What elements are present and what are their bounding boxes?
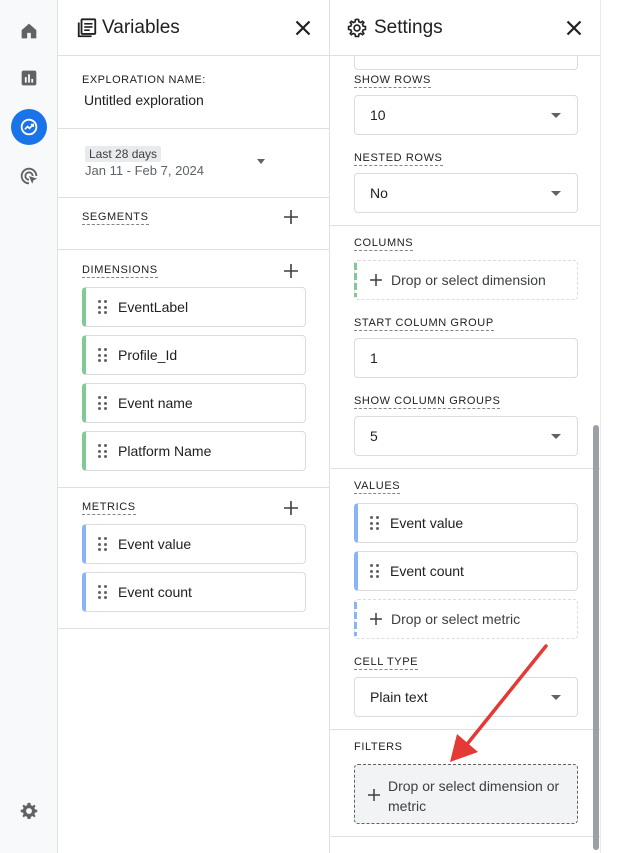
dropdown-arrow-icon	[551, 434, 561, 439]
metric-chip[interactable]: Event count	[82, 572, 306, 612]
values-drop-text: Drop or select metric	[391, 611, 521, 627]
cell-type-value: Plain text	[370, 689, 428, 705]
drag-handle-icon[interactable]	[370, 564, 380, 578]
home-icon	[21, 23, 37, 39]
page-right-edge	[600, 0, 623, 853]
drag-handle-icon[interactable]	[98, 348, 108, 362]
nav-advertising-button[interactable]	[11, 158, 47, 194]
close-icon[interactable]	[562, 16, 586, 40]
dimensions-section: DIMENSIONS EventLabel Profile_Id Event n…	[58, 250, 329, 488]
gear-icon	[20, 802, 38, 819]
add-dimension-plus-icon[interactable]	[282, 262, 300, 280]
exploration-name-label: EXPLORATION NAME:	[82, 74, 206, 86]
value-metric-chip[interactable]: Event value	[354, 503, 578, 543]
metric-label: Event count	[118, 584, 192, 600]
date-range-text: Jan 11 - Feb 7, 2024	[85, 163, 205, 178]
nested-rows-value: No	[370, 185, 388, 201]
nav-home-button[interactable]	[11, 13, 47, 49]
dimension-chip[interactable]: Profile_Id	[82, 335, 306, 375]
add-segment-plus-icon[interactable]	[282, 208, 300, 226]
drag-handle-icon[interactable]	[98, 300, 108, 314]
settings-header: Settings	[330, 0, 600, 56]
nav-settings-button[interactable]	[11, 793, 47, 829]
values-label: VALUES	[354, 480, 401, 494]
nav-explore-button[interactable]	[11, 109, 47, 145]
dimension-chip[interactable]: Event name	[82, 383, 306, 423]
start-column-group-label: START COLUMN GROUP	[354, 317, 494, 331]
show-column-groups-label: SHOW COLUMN GROUPS	[354, 395, 501, 409]
divider	[330, 836, 600, 837]
plus-icon	[370, 274, 382, 286]
value-metric-label: Event value	[390, 515, 464, 531]
nested-rows-select[interactable]: No	[354, 173, 578, 213]
exploration-name-section: EXPLORATION NAME: Untitled exploration	[58, 56, 329, 129]
nested-rows-label: NESTED ROWS	[354, 152, 443, 166]
metric-chip[interactable]: Event value	[82, 524, 306, 564]
dimension-label: Platform Name	[118, 443, 212, 459]
metrics-label: METRICS	[82, 501, 136, 515]
drag-handle-icon[interactable]	[98, 585, 108, 599]
filters-drop-text: Drop or select dimension or metric	[388, 778, 560, 814]
dimension-label: Event name	[118, 395, 193, 411]
show-rows-select[interactable]: 10	[354, 95, 578, 135]
variables-list-icon	[77, 18, 97, 38]
variables-title: Variables	[102, 17, 180, 38]
dimension-label: EventLabel	[118, 299, 189, 315]
variables-header: Variables	[58, 0, 329, 56]
filters-label: FILTERS	[354, 741, 403, 753]
dropdown-arrow-icon	[551, 113, 561, 118]
target-cursor-icon	[20, 167, 38, 185]
dimension-label: Profile_Id	[118, 347, 178, 363]
filters-drop-zone[interactable]: Drop or select dimension or metric	[354, 764, 578, 824]
show-rows-label: SHOW ROWS	[354, 74, 431, 88]
chevron-down-icon[interactable]	[257, 159, 265, 164]
dimension-edge-marker	[354, 263, 357, 297]
scrolled-field-edge	[354, 56, 578, 70]
date-preset-chip: Last 28 days	[85, 146, 162, 162]
gear-outline-icon	[347, 18, 367, 38]
segments-section: SEGMENTS	[58, 198, 329, 250]
variables-panel: Variables EXPLORATION NAME: Untitled exp…	[58, 0, 330, 853]
columns-drop-text: Drop or select dimension	[391, 272, 546, 288]
drag-handle-icon[interactable]	[98, 537, 108, 551]
close-icon[interactable]	[291, 16, 315, 40]
columns-label: COLUMNS	[354, 237, 414, 251]
dimension-chip[interactable]: EventLabel	[82, 287, 306, 327]
value-metric-label: Event count	[390, 563, 464, 579]
dimensions-label: DIMENSIONS	[82, 264, 158, 278]
segments-label: SEGMENTS	[82, 211, 149, 225]
date-range-section[interactable]: Last 28 days Jan 11 - Feb 7, 2024	[58, 129, 329, 198]
metrics-section: METRICS Event value Event count	[58, 488, 329, 629]
drag-handle-icon[interactable]	[370, 516, 380, 530]
divider	[330, 225, 600, 226]
drag-handle-icon[interactable]	[98, 396, 108, 410]
value-metric-chip[interactable]: Event count	[354, 551, 578, 591]
start-column-group-input[interactable]: 1	[354, 338, 578, 378]
values-drop-zone[interactable]: Drop or select metric	[354, 599, 578, 639]
nav-reports-button[interactable]	[11, 60, 47, 96]
columns-drop-zone[interactable]: Drop or select dimension	[354, 260, 578, 300]
metric-edge-marker	[354, 602, 357, 636]
dropdown-arrow-icon	[551, 191, 561, 196]
nav-rail	[0, 0, 58, 853]
settings-scrollbar-thumb[interactable]	[593, 425, 599, 850]
metric-label: Event value	[118, 536, 192, 552]
plus-icon	[370, 613, 382, 625]
show-column-groups-select[interactable]: 5	[354, 416, 578, 456]
show-column-groups-value: 5	[370, 428, 378, 444]
bar-chart-icon	[21, 70, 37, 86]
cell-type-label: CELL TYPE	[354, 656, 419, 670]
add-metric-plus-icon[interactable]	[282, 499, 300, 517]
divider	[330, 468, 600, 469]
settings-title: Settings	[374, 17, 443, 38]
plus-icon	[368, 789, 380, 801]
dimension-chip[interactable]: Platform Name	[82, 431, 306, 471]
explore-trend-icon	[20, 118, 38, 136]
exploration-name-input[interactable]: Untitled exploration	[84, 92, 204, 108]
drag-handle-icon[interactable]	[98, 444, 108, 458]
show-rows-value: 10	[370, 107, 386, 123]
start-column-group-value: 1	[370, 350, 378, 366]
annotation-arrow-icon	[450, 644, 548, 762]
